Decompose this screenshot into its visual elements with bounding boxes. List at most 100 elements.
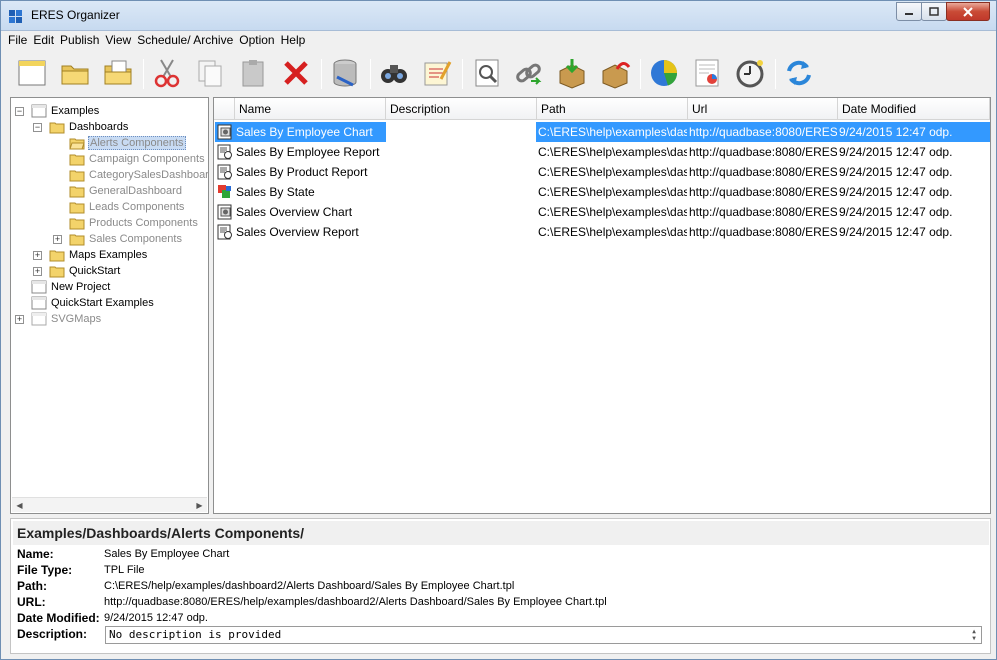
scroll-left-icon[interactable]: ◀ [12,498,27,513]
cell-name: Sales By Product Report [236,165,368,179]
report-button[interactable] [690,56,724,90]
minimize-button[interactable] [896,2,922,21]
tree-item-products-components[interactable]: Products Components [69,215,199,231]
folder-icon [69,202,85,214]
import-button[interactable] [555,56,589,90]
folder-icon [69,154,85,166]
open-project-icon [104,60,132,85]
cell-name: Sales Overview Report [236,225,359,239]
delete-button[interactable] [279,56,313,90]
find-button[interactable] [377,56,411,90]
menu-edit[interactable]: Edit [30,31,57,50]
column-header-date-modified[interactable]: Date Modified [838,98,990,120]
tree-collapse-toggle[interactable]: − [33,123,42,132]
tree-item-sales-components[interactable]: Sales Components [69,231,183,247]
cell-url: http://quadbase:8080/ERES... [689,185,837,199]
detail-url-value: http://quadbase:8080/ERES/help/examples/… [104,596,607,608]
table-row[interactable]: Sales By State C:\ERES\help\examples\das… [215,182,990,202]
tree-item-label: New Project [51,281,111,293]
tree-item-svgmaps[interactable]: SVGMaps [31,311,102,327]
column-header-name[interactable]: Name [235,98,386,120]
preview-button[interactable] [470,56,504,90]
cell-description [386,122,536,142]
database-button[interactable] [328,56,362,90]
detail-description-label: Description: [17,627,88,641]
cell-date: 9/24/2015 12:47 odp. [839,145,953,159]
tree-expand-toggle[interactable]: + [53,235,62,244]
scroll-right-icon[interactable]: ▶ [192,498,207,513]
chart-button[interactable] [647,56,681,90]
column-header-path[interactable]: Path [537,98,688,120]
table-row[interactable]: Sales By Employee Report C:\ERES\help\ex… [215,142,990,162]
folder-icon [49,266,65,278]
maximize-icon [929,6,939,16]
tree-item-leads-components[interactable]: Leads Components [69,199,185,215]
tree-expand-toggle[interactable]: + [33,251,42,260]
menu-help[interactable]: Help [278,31,309,50]
table-row[interactable]: Sales By Employee Chart C:\ERES\help\exa… [215,122,990,142]
menu-publish[interactable]: Publish [57,31,102,50]
project-tree[interactable]: − Examples − Dashboards Alerts Component… [10,97,209,514]
menu-schedule-archive[interactable]: Schedule/ Archive [134,31,236,50]
close-button[interactable] [946,2,990,21]
tree-expand-toggle[interactable]: + [33,267,42,276]
table-row[interactable]: Sales Overview Chart C:\ERES\help\exampl… [215,202,990,222]
tree-item-quickstart-examples[interactable]: QuickStart Examples [31,295,155,311]
tree-item-dashboards[interactable]: Dashboards [49,119,129,135]
paste-icon [242,60,264,87]
project-icon [31,296,47,310]
tree-item-campaign-components[interactable]: Campaign Components [69,151,206,167]
schedule-icon [736,60,764,88]
column-header-url[interactable]: Url [688,98,838,120]
tree-item-quickstart[interactable]: QuickStart [49,263,121,279]
description-scroll[interactable]: ▲ ▼ [968,628,980,642]
refresh-button[interactable] [782,56,816,90]
tree-item-generaldashboard[interactable]: GeneralDashboard [69,183,183,199]
copy-button[interactable] [193,56,227,90]
tree-expand-toggle[interactable]: + [15,315,24,324]
new-button[interactable] [15,56,49,90]
maximize-button[interactable] [921,2,947,21]
detail-date-modified-value: 9/24/2015 12:47 odp. [104,612,208,624]
tree-collapse-toggle[interactable]: − [15,107,24,116]
schedule-button[interactable] [733,56,767,90]
cell-url: http://quadbase:8080/ERES... [689,145,837,159]
open-folder-button[interactable] [58,56,92,90]
tree-item-label: CategorySalesDashboard [89,169,209,181]
tree-horizontal-scrollbar[interactable]: ◀ ▶ [12,497,207,512]
table-row[interactable]: Sales By Product Report C:\ERES\help\exa… [215,162,990,182]
description-field[interactable]: No description is provided ▲ ▼ [105,626,982,644]
column-header-icon[interactable] [214,98,235,120]
tree-item-label: Products Components [89,217,198,229]
tree-item-label: SVGMaps [51,313,102,325]
menu-file[interactable]: File [5,31,30,50]
cell-path: C:\ERES\help\examples\das... [538,145,687,159]
menu-view[interactable]: View [102,31,134,50]
cell-date: 9/24/2015 12:47 odp. [839,225,953,239]
title-bar[interactable]: ERES Organizer [1,1,996,31]
folder-icon [69,170,85,182]
column-header-description[interactable]: Description [386,98,537,120]
tree-item-alerts-components[interactable]: Alerts Components [69,135,186,151]
tree-item-examples[interactable]: Examples [31,103,100,119]
cell-name: Sales By Employee Chart [236,125,373,139]
tree-item-maps-examples[interactable]: Maps Examples [49,247,148,263]
open-project-button[interactable] [101,56,135,90]
detail-name-value: Sales By Employee Chart [104,548,230,560]
tree-item-label: GeneralDashboard [89,185,182,197]
link-button[interactable] [512,56,546,90]
cell-date: 9/24/2015 12:47 odp. [839,165,953,179]
tree-item-label: Alerts Components [88,136,186,150]
map-file-icon [218,185,231,198]
cell-date: 9/24/2015 12:47 odp. [839,205,953,219]
tree-item-categorysalesdashboard[interactable]: CategorySalesDashboard [69,167,209,183]
tree-item-new-project[interactable]: New Project [31,279,111,295]
paste-button[interactable] [236,56,270,90]
export-button[interactable] [598,56,632,90]
menu-option[interactable]: Option [236,31,277,50]
cell-description [386,162,536,182]
edit-button[interactable] [420,56,454,90]
table-row[interactable]: Sales Overview Report C:\ERES\help\examp… [215,222,990,242]
cut-button[interactable] [150,56,184,90]
detail-file-type-label: File Type: [17,563,73,577]
